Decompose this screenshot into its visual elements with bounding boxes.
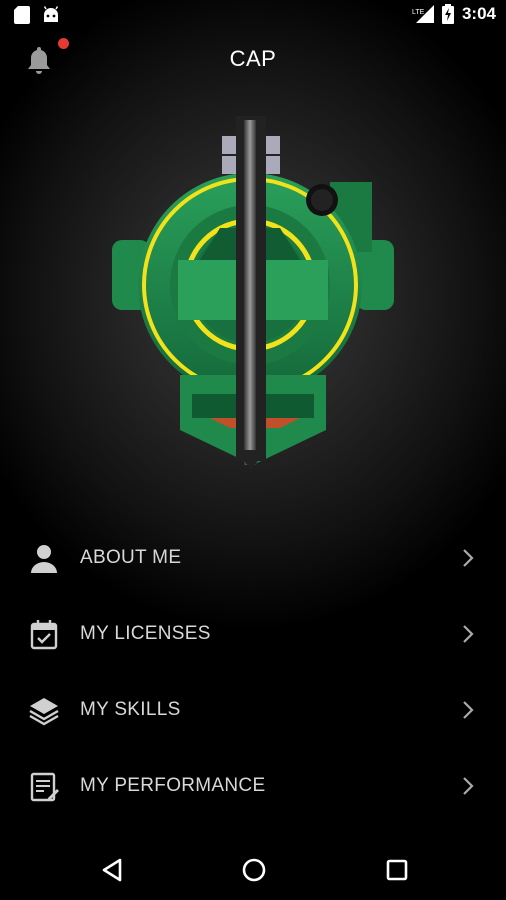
layers-icon xyxy=(28,696,60,726)
chevron-right-icon xyxy=(460,546,476,570)
recents-icon xyxy=(383,859,411,888)
menu-item-about-me[interactable]: ABOUT ME xyxy=(0,520,506,596)
menu-item-my-performance[interactable]: MY PERFORMANCE xyxy=(0,748,506,824)
menu-item-my-skills[interactable]: MY SKILLS xyxy=(0,672,506,748)
sd-card-icon xyxy=(14,6,30,24)
home-button[interactable] xyxy=(240,856,268,884)
menu-item-label: MY SKILLS xyxy=(80,699,181,720)
menu-item-my-licenses[interactable]: MY LICENSES xyxy=(0,596,506,672)
chevron-right-icon xyxy=(460,698,476,722)
lte-signal-icon: LTE xyxy=(412,5,434,23)
battery-charging-icon xyxy=(441,4,454,24)
menu-item-label: MY PERFORMANCE xyxy=(80,775,266,796)
android-icon xyxy=(42,6,60,24)
menu-item-label: MY LICENSES xyxy=(80,623,211,644)
recents-button[interactable] xyxy=(383,856,411,884)
system-nav-bar xyxy=(0,838,506,900)
chevron-right-icon xyxy=(460,622,476,646)
gearbox-emblem-icon xyxy=(100,110,406,470)
chevron-right-icon xyxy=(460,774,476,798)
app-screen: LTE 3:04 CAP ABOUT ME MY LICENSES MY SKI… xyxy=(0,0,506,900)
main-menu: ABOUT ME MY LICENSES MY SKILLS MY PERFOR… xyxy=(0,520,506,824)
menu-item-label: ABOUT ME xyxy=(80,547,182,568)
report-icon xyxy=(28,772,60,802)
status-bar: LTE 3:04 xyxy=(0,0,506,32)
back-icon xyxy=(98,858,126,888)
back-button[interactable] xyxy=(98,856,126,884)
app-header: CAP xyxy=(0,32,506,88)
home-icon xyxy=(240,858,268,888)
page-title: CAP xyxy=(229,46,277,71)
calendar-check-icon xyxy=(28,620,60,650)
person-icon xyxy=(28,544,60,574)
lte-label: LTE xyxy=(412,9,425,16)
status-time: 3:04 xyxy=(461,4,496,23)
